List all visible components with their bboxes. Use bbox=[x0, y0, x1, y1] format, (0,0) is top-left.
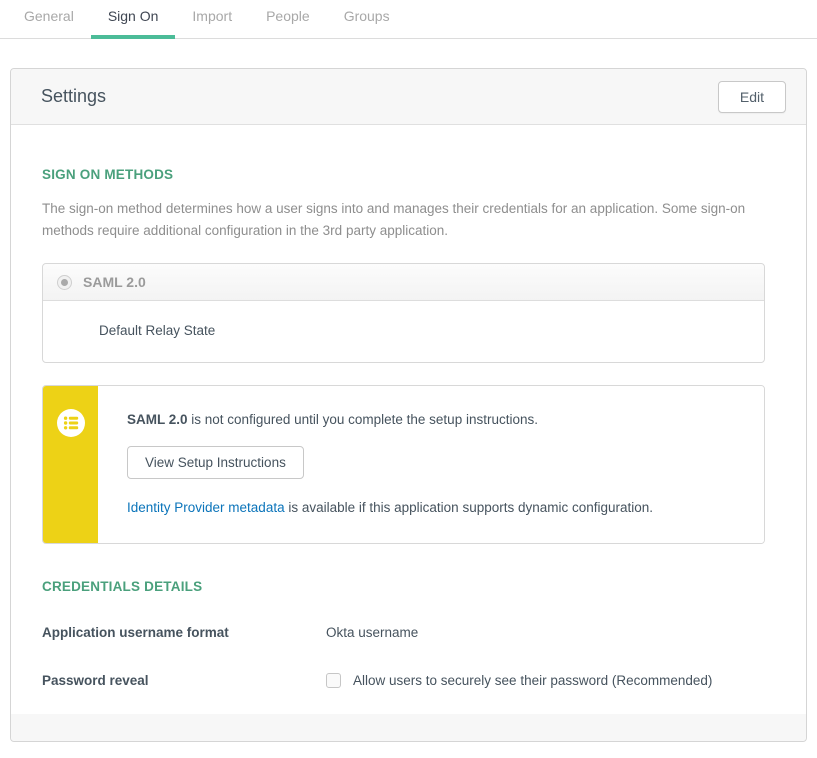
bulleted-list-icon bbox=[57, 409, 85, 442]
edit-button[interactable]: Edit bbox=[718, 81, 786, 113]
saml-radio-button[interactable] bbox=[57, 275, 72, 290]
password-reveal-label: Password reveal bbox=[42, 673, 326, 688]
tab-people[interactable]: People bbox=[249, 0, 327, 39]
username-format-row: Application username format Okta usernam… bbox=[42, 625, 765, 640]
saml-setup-callout: SAML 2.0 is not configured until you com… bbox=[42, 385, 765, 544]
password-reveal-checkbox-label: Allow users to securely see their passwo… bbox=[353, 673, 712, 688]
callout-message-text: is not configured until you complete the… bbox=[188, 412, 538, 427]
panel-footer-strip bbox=[11, 714, 806, 741]
metadata-line: Identity Provider metadata is available … bbox=[127, 500, 744, 515]
saml-method-card-header: SAML 2.0 bbox=[43, 264, 764, 301]
app-tab-bar: General Sign On Import People Groups bbox=[0, 0, 817, 39]
tab-general[interactable]: General bbox=[7, 0, 91, 39]
credentials-details-heading: CREDENTIALS DETAILS bbox=[42, 579, 765, 594]
callout-content: SAML 2.0 is not configured until you com… bbox=[98, 386, 764, 543]
saml-method-card: SAML 2.0 Default Relay State bbox=[42, 263, 765, 363]
view-setup-instructions-button[interactable]: View Setup Instructions bbox=[127, 446, 304, 479]
tab-import[interactable]: Import bbox=[175, 0, 249, 39]
tab-groups[interactable]: Groups bbox=[327, 0, 407, 39]
callout-message: SAML 2.0 is not configured until you com… bbox=[127, 412, 744, 427]
password-reveal-checkbox-wrap: Allow users to securely see their passwo… bbox=[326, 673, 712, 688]
username-format-label: Application username format bbox=[42, 625, 326, 640]
callout-message-bold: SAML 2.0 bbox=[127, 412, 188, 427]
saml-method-title: SAML 2.0 bbox=[83, 274, 146, 290]
username-format-value: Okta username bbox=[326, 625, 418, 640]
password-reveal-checkbox[interactable] bbox=[326, 673, 341, 688]
settings-panel: Settings Edit SIGN ON METHODS The sign-o… bbox=[10, 68, 807, 742]
sign-on-methods-description: The sign-on method determines how a user… bbox=[42, 198, 765, 241]
tab-sign-on[interactable]: Sign On bbox=[91, 0, 176, 39]
settings-panel-header: Settings Edit bbox=[11, 69, 806, 125]
default-relay-state-label: Default Relay State bbox=[99, 323, 215, 338]
saml-method-card-body: Default Relay State bbox=[43, 301, 764, 362]
settings-panel-body: SIGN ON METHODS The sign-on method deter… bbox=[11, 125, 806, 688]
password-reveal-row: Password reveal Allow users to securely … bbox=[42, 673, 765, 688]
callout-accent-strip bbox=[43, 386, 98, 543]
page-title: Settings bbox=[41, 86, 106, 107]
identity-provider-metadata-link[interactable]: Identity Provider metadata bbox=[127, 500, 285, 515]
sign-on-methods-heading: SIGN ON METHODS bbox=[42, 167, 765, 182]
metadata-line-suffix: is available if this application support… bbox=[285, 500, 653, 515]
